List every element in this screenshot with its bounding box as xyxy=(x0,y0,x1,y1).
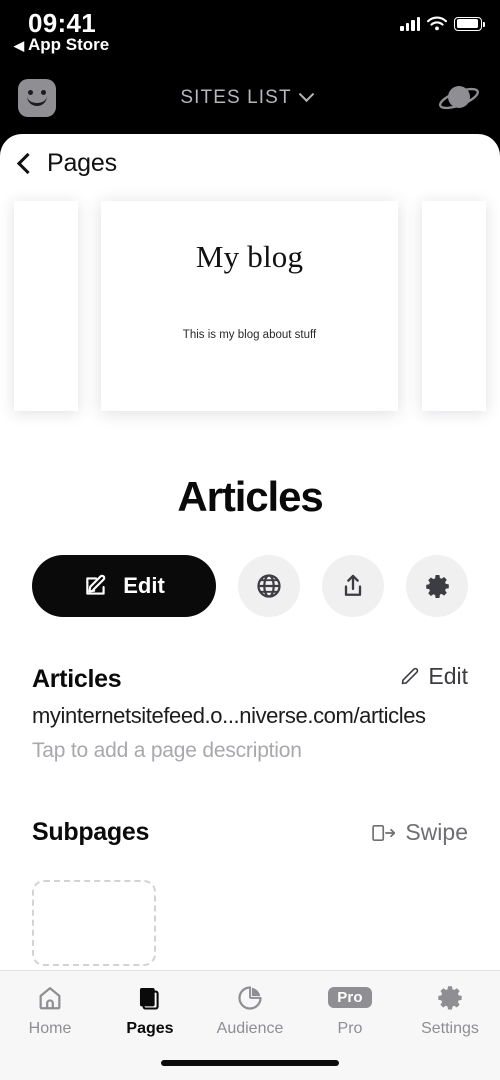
triangle-left-icon: ◀ xyxy=(14,37,24,53)
view-site-button[interactable] xyxy=(238,555,300,617)
pages-icon xyxy=(136,983,164,1013)
status-bar: 09:41 ◀ App Store xyxy=(0,0,500,62)
page-detail-title: Articles xyxy=(32,665,122,693)
action-row: Edit xyxy=(0,555,500,617)
gear-icon xyxy=(425,574,449,598)
content-sheet: Pages My blog This is my blog about stuf… xyxy=(0,134,500,1080)
battery-icon xyxy=(454,16,485,31)
cellular-signal-icon xyxy=(400,16,420,31)
sites-list-label: SITES LIST xyxy=(180,87,292,108)
planet-icon[interactable] xyxy=(436,81,482,115)
swipe-right-icon xyxy=(372,824,396,841)
gear-icon xyxy=(436,983,464,1013)
preview-site-subtitle: This is my blog about stuff xyxy=(182,329,317,341)
share-upload-icon xyxy=(344,574,362,596)
preview-card-next[interactable] xyxy=(422,201,486,411)
edit-button[interactable]: Edit xyxy=(32,555,216,617)
return-app-label: App Store xyxy=(28,35,110,54)
status-bar-indicators xyxy=(400,16,485,31)
bottom-tab-bar: Home Pages Audience Pro Pro Settings xyxy=(0,970,500,1080)
detail-edit-label: Edit xyxy=(428,663,468,689)
square-pencil-icon xyxy=(86,574,106,595)
subpages-section-header: Subpages Swipe xyxy=(0,818,500,847)
tab-settings[interactable]: Settings xyxy=(400,971,500,1049)
chevron-left-icon[interactable] xyxy=(16,152,39,174)
chevron-down-icon xyxy=(298,85,314,102)
tab-pages-label: Pages xyxy=(126,1019,174,1037)
preview-site-title: My blog xyxy=(195,239,304,274)
home-icon xyxy=(36,983,64,1013)
wifi-icon xyxy=(427,16,447,31)
pro-badge-text: Pro xyxy=(328,987,372,1008)
page-url[interactable]: myinternetsitefeed.o...niverse.com/artic… xyxy=(32,703,468,729)
tab-audience[interactable]: Audience xyxy=(200,971,300,1049)
tab-home-label: Home xyxy=(28,1019,72,1037)
tab-pages[interactable]: Pages xyxy=(100,971,200,1049)
page-title: Pages xyxy=(47,148,117,177)
return-to-app-store-link[interactable]: ◀ App Store xyxy=(14,35,109,55)
swipe-label: Swipe xyxy=(405,819,468,845)
smiley-mouth xyxy=(27,96,47,106)
pie-chart-icon xyxy=(236,983,264,1013)
subpages-title: Subpages xyxy=(32,818,150,846)
pro-badge-icon: Pro xyxy=(328,983,372,1013)
app-bar: SITES LIST xyxy=(0,62,500,134)
page-detail-header: Articles Edit xyxy=(32,663,468,694)
tab-pro[interactable]: Pro Pro xyxy=(300,971,400,1049)
smiley-avatar-icon[interactable] xyxy=(18,79,56,117)
page-detail-section: Articles Edit myinternetsitefeed.o...niv… xyxy=(0,663,500,763)
pencil-icon xyxy=(402,667,419,685)
page-settings-button[interactable] xyxy=(406,555,468,617)
site-preview-carousel[interactable]: My blog This is my blog about stuff xyxy=(0,201,500,451)
add-subpage-placeholder[interactable] xyxy=(32,880,156,966)
detail-edit-link[interactable]: Edit xyxy=(399,663,468,690)
edit-button-label: Edit xyxy=(123,573,165,598)
tab-audience-label: Audience xyxy=(216,1019,284,1037)
sites-list-dropdown[interactable]: SITES LIST xyxy=(180,85,314,109)
phone-screen: 09:41 ◀ App Store SITES LIST Pages My bl… xyxy=(0,0,500,1080)
home-indicator[interactable] xyxy=(161,1060,339,1066)
tab-home[interactable]: Home xyxy=(0,971,100,1049)
navigation-bar: Pages xyxy=(0,134,500,192)
preview-card-previous[interactable] xyxy=(14,201,78,411)
preview-card-current[interactable]: My blog This is my blog about stuff xyxy=(101,201,398,411)
globe-icon xyxy=(257,574,281,598)
share-button[interactable] xyxy=(322,555,384,617)
page-heading: Articles xyxy=(177,473,323,520)
page-description-placeholder[interactable]: Tap to add a page description xyxy=(32,739,468,763)
tab-pro-label: Pro xyxy=(337,1019,363,1037)
tab-settings-label: Settings xyxy=(421,1019,479,1037)
swipe-hint: Swipe xyxy=(372,819,468,846)
